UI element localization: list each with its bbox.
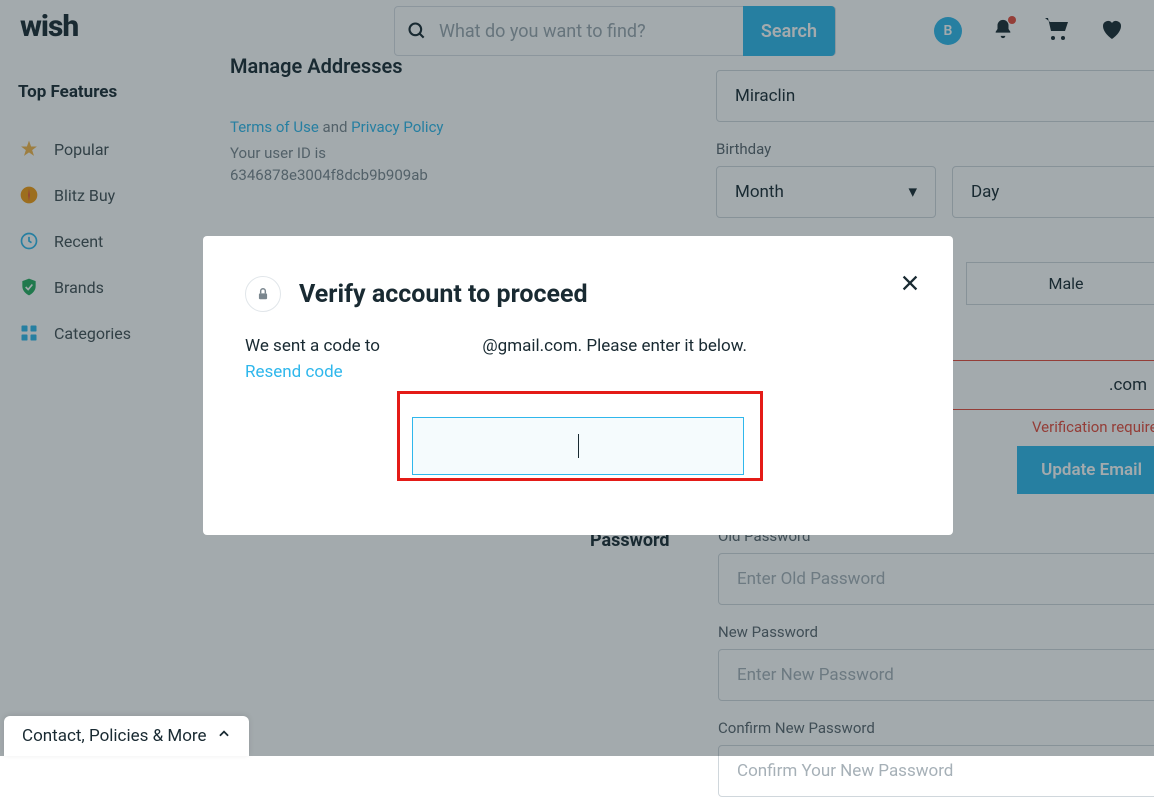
modal-title: Verify account to proceed bbox=[299, 280, 588, 309]
code-input-wrap bbox=[412, 417, 744, 475]
lock-icon bbox=[245, 276, 281, 312]
verification-code-input[interactable] bbox=[412, 417, 744, 475]
chevron-up-icon bbox=[217, 726, 231, 746]
sent-prefix: We sent a code to bbox=[245, 336, 384, 356]
contact-policies-toggle[interactable]: Contact, Policies & More bbox=[4, 716, 249, 756]
footer-label: Contact, Policies & More bbox=[22, 726, 207, 746]
text-caret bbox=[578, 434, 579, 458]
resend-code-link[interactable]: Resend code bbox=[245, 362, 343, 382]
modal-body: We sent a code to @gmail.com. Please ent… bbox=[245, 334, 911, 385]
close-icon[interactable] bbox=[899, 272, 921, 298]
sent-suffix: @gmail.com. Please enter it below. bbox=[482, 336, 747, 356]
verify-modal: Verify account to proceed We sent a code… bbox=[203, 236, 953, 535]
